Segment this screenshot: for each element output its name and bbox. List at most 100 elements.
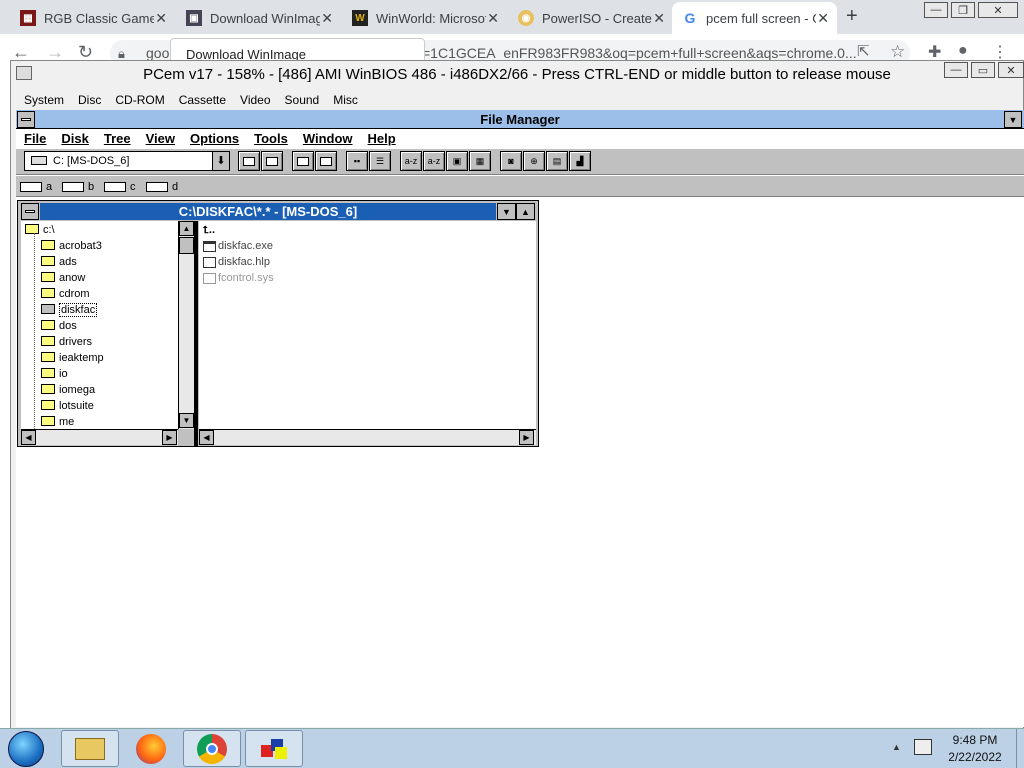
pcem-menu-disc[interactable]: Disc xyxy=(70,90,107,110)
browser-tab-google[interactable]: G pcem full screen - G ✕ xyxy=(672,2,837,34)
close-tab-icon[interactable]: ✕ xyxy=(321,10,333,27)
fm-menu-help[interactable]: Help xyxy=(360,129,403,148)
tree-item[interactable]: iomega xyxy=(41,382,95,398)
close-window-button[interactable]: ✕ xyxy=(978,2,1018,18)
tree-item[interactable]: me xyxy=(41,414,74,429)
network-icon[interactable] xyxy=(914,739,932,755)
tree-item[interactable]: dos xyxy=(41,318,77,334)
pcem-menu-misc[interactable]: Misc xyxy=(325,90,364,110)
profile-icon[interactable]: ● xyxy=(958,42,968,60)
fm-menu-file[interactable]: File xyxy=(16,129,53,148)
dropdown-arrow-icon[interactable]: ⬇ xyxy=(212,152,229,170)
file-list[interactable]: ⮤.. diskfac.exe diskfac.hlp fcontrol.sys xyxy=(199,221,536,429)
file-item[interactable]: diskfac.hlp xyxy=(203,254,270,270)
close-tab-icon[interactable]: ✕ xyxy=(155,10,167,27)
start-button[interactable] xyxy=(8,731,44,767)
drive-d[interactable]: d xyxy=(146,179,178,194)
taskbar-clock[interactable]: 9:48 PM 2/22/2022 xyxy=(935,732,1015,766)
pcem-maximize-button[interactable]: ▭ xyxy=(971,62,995,78)
fm-menu-tools[interactable]: Tools xyxy=(246,129,295,148)
explorer-taskbar-button[interactable] xyxy=(61,730,119,767)
pcem-minimize-button[interactable]: — xyxy=(944,62,968,78)
close-tab-icon[interactable]: ✕ xyxy=(653,10,665,27)
minimize-button[interactable]: — xyxy=(924,2,948,18)
fm-menu-window[interactable]: Window xyxy=(295,129,360,148)
tree-item[interactable]: cdrom xyxy=(41,286,90,302)
maximize-button[interactable]: ❐ xyxy=(951,2,975,18)
firefox-taskbar-button[interactable] xyxy=(122,730,180,767)
view-details-icon[interactable]: ☰ xyxy=(369,151,391,171)
sort-by-name-icon[interactable]: a-z xyxy=(400,151,422,171)
tree-item[interactable]: drivers xyxy=(41,334,92,350)
sort-by-size-icon[interactable]: ▣ xyxy=(446,151,468,171)
scroll-left-icon[interactable]: ◀ xyxy=(199,430,214,445)
scroll-left-icon[interactable]: ◀ xyxy=(21,430,36,445)
tree-item[interactable]: lotsuite xyxy=(41,398,94,414)
pcem-taskbar-button[interactable] xyxy=(245,730,303,767)
sort-by-type-icon[interactable]: a-z xyxy=(423,151,445,171)
tree-item[interactable]: ads xyxy=(41,254,77,270)
new-window-icon[interactable]: ◙ xyxy=(500,151,522,171)
close-tab-icon[interactable]: ✕ xyxy=(817,10,829,27)
scroll-right-icon[interactable]: ▶ xyxy=(519,430,534,445)
show-hidden-icons-icon[interactable]: ▲ xyxy=(892,742,901,752)
tree-item[interactable]: ieaktemp xyxy=(41,350,104,366)
close-tab-icon[interactable]: ✕ xyxy=(487,10,499,27)
scroll-thumb[interactable] xyxy=(179,237,194,254)
file-item[interactable]: fcontrol.sys xyxy=(203,270,274,286)
child-minimize-button[interactable]: ▼ xyxy=(497,203,516,220)
file-item-parent[interactable]: ⮤.. xyxy=(203,222,215,238)
pane-splitter[interactable] xyxy=(194,221,198,446)
tree-vertical-scrollbar[interactable]: ▲ ▼ xyxy=(178,221,194,429)
tree-root[interactable]: c:\ xyxy=(25,222,55,238)
drive-b[interactable]: b xyxy=(62,179,94,194)
files-horizontal-scrollbar[interactable]: ◀ ▶ xyxy=(199,429,536,445)
disconnect-network-drive-icon[interactable] xyxy=(261,151,283,171)
new-tab-button[interactable]: + xyxy=(846,5,858,28)
pcem-menu-video[interactable]: Video xyxy=(232,90,276,110)
scroll-up-icon[interactable]: ▲ xyxy=(179,221,194,236)
browser-tab-winworld[interactable]: W WinWorld: Microsoft ✕ xyxy=(342,2,507,34)
browser-tab-poweriso[interactable]: ◉ PowerISO - Create, ✕ xyxy=(508,2,673,34)
tree-item[interactable]: acrobat3 xyxy=(41,238,102,254)
view-large-icons-icon[interactable]: ▪▪ xyxy=(346,151,368,171)
directory-tree[interactable]: c:\ acrobat3 ads anow cdrom diskfac dos … xyxy=(21,221,178,429)
tree-item[interactable]: anow xyxy=(41,270,85,286)
pcem-menu-cassette[interactable]: Cassette xyxy=(171,90,232,110)
connect-network-drive-icon[interactable] xyxy=(238,151,260,171)
fm-menu-options[interactable]: Options xyxy=(182,129,246,148)
tree-horizontal-scrollbar[interactable]: ◀ ▶ xyxy=(21,429,178,445)
scroll-down-icon[interactable]: ▼ xyxy=(179,413,194,428)
pcem-menu-sound[interactable]: Sound xyxy=(277,90,326,110)
chrome-taskbar-button[interactable] xyxy=(183,730,241,767)
fm-menu-view[interactable]: View xyxy=(138,129,182,148)
show-desktop-button[interactable] xyxy=(1016,729,1024,768)
browser-tab-winimage[interactable]: ▣ Download WinImage ✕ xyxy=(176,2,341,34)
pcem-menu-cdrom[interactable]: CD-ROM xyxy=(107,90,170,110)
stop-sharing-icon[interactable] xyxy=(315,151,337,171)
properties-icon[interactable]: ▤ xyxy=(546,151,568,171)
pcem-menu-system[interactable]: System xyxy=(16,90,70,110)
extensions-icon[interactable]: ✚ xyxy=(928,42,941,62)
fm-menu-tree[interactable]: Tree xyxy=(96,129,138,148)
drive-c[interactable]: c xyxy=(104,179,136,194)
sort-by-date-icon[interactable]: ▦ xyxy=(469,151,491,171)
child-system-menu-icon[interactable] xyxy=(21,203,39,220)
pcem-close-button[interactable]: ✕ xyxy=(998,62,1024,78)
bookmark-star-icon[interactable]: ☆ xyxy=(890,42,905,62)
share-as-icon[interactable] xyxy=(292,151,314,171)
search-icon[interactable]: ⊕ xyxy=(523,151,545,171)
share-icon[interactable]: ⇱ xyxy=(857,42,870,60)
tree-item[interactable]: io xyxy=(41,366,68,382)
filemanager-restore-button[interactable]: ▼ xyxy=(1004,111,1022,128)
fm-menu-disk[interactable]: Disk xyxy=(53,129,95,148)
filemanager-system-menu-icon[interactable] xyxy=(17,111,35,128)
run-icon[interactable]: ▟ xyxy=(569,151,591,171)
menu-icon[interactable]: ⋮ xyxy=(992,42,1008,62)
child-maximize-button[interactable]: ▲ xyxy=(516,203,535,220)
scroll-right-icon[interactable]: ▶ xyxy=(162,430,177,445)
tree-item-selected[interactable]: diskfac xyxy=(41,302,98,318)
file-item[interactable]: diskfac.exe xyxy=(203,238,273,254)
browser-tab-rgb[interactable]: ▦ RGB Classic Games ✕ xyxy=(10,2,175,34)
drive-a[interactable]: a xyxy=(20,179,52,194)
